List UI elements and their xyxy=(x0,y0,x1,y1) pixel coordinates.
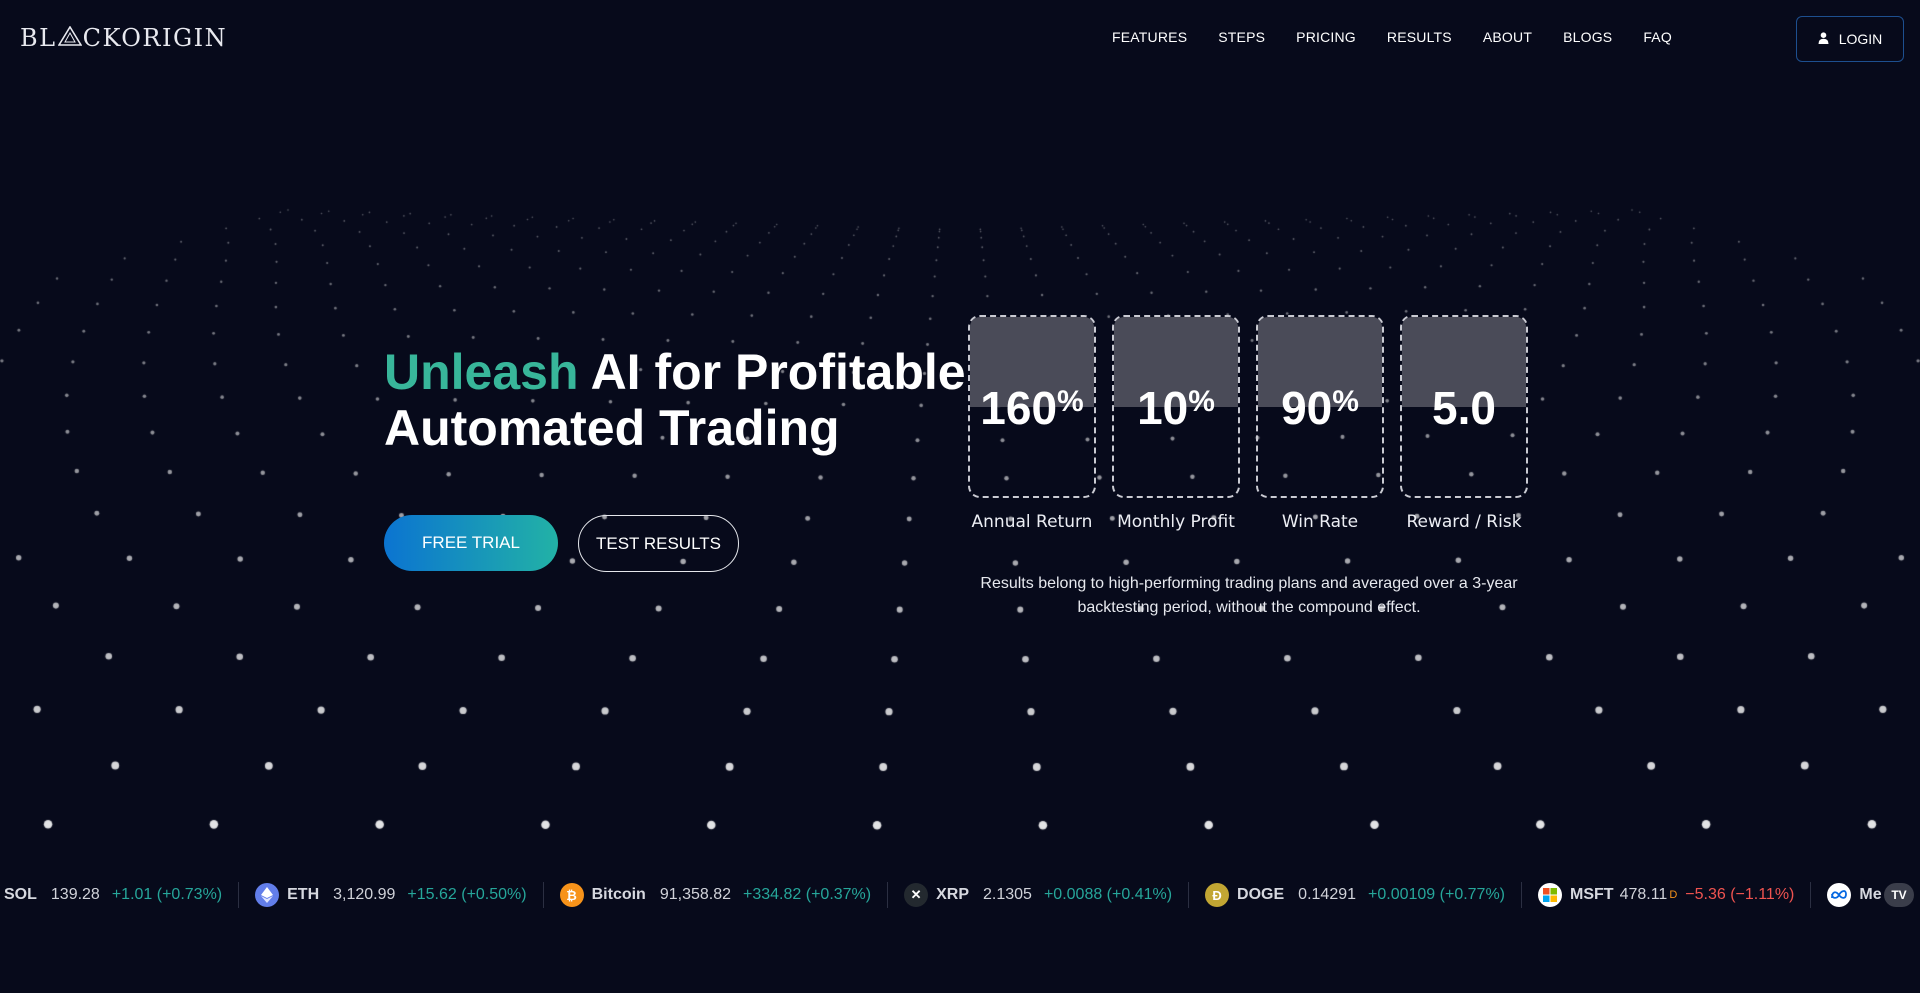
hero-title-accent: Unleash xyxy=(384,344,579,400)
ticker-price: 91,358.82 xyxy=(659,886,732,903)
nav-steps[interactable]: STEPS xyxy=(1218,29,1265,45)
ticker-price: 478.11 xyxy=(1619,886,1668,903)
stat-value: 10% xyxy=(1137,382,1215,434)
stat-value: 90% xyxy=(1281,382,1359,434)
meta-icon xyxy=(1827,883,1852,907)
login-label: LOGIN xyxy=(1838,31,1883,47)
pyramid-logo-icon xyxy=(57,24,83,52)
ticker-symbol: DOGE xyxy=(1237,886,1285,903)
ticker-price: 0.14291 xyxy=(1298,886,1357,903)
results-disclaimer: Results belong to high-performing tradin… xyxy=(980,575,1518,616)
main-nav: FEATURES STEPS PRICING RESULTS ABOUT BLO… xyxy=(1112,29,1703,45)
ticker-symbol: Bitcoin xyxy=(591,886,646,903)
ticker-symbol: MSFT xyxy=(1570,886,1614,903)
ticker-item-msft[interactable]: MSFT 478.11 D −5.36 (−1.11%) xyxy=(1522,882,1812,908)
ticker-change: +15.62 (+0.50%) xyxy=(407,886,527,903)
xrp-icon: ✕ xyxy=(904,883,929,907)
stat-label: Reward / Risk xyxy=(1406,512,1522,532)
stat-reward-risk: 5.0 Reward / Risk xyxy=(1400,315,1528,532)
hero-title: Unleash AI for Profitable Automated Trad… xyxy=(384,344,984,456)
hero-title-rest: AI for Profitable xyxy=(590,344,966,400)
user-icon xyxy=(1818,31,1829,47)
stat-value: 5.0 xyxy=(1432,382,1496,434)
ticker-symbol: ETH xyxy=(287,886,320,903)
ticker-item-bitcoin[interactable]: ₿ Bitcoin 91,358.82 +334.82 (+0.37%) xyxy=(544,882,889,908)
tradingview-badge[interactable]: TV xyxy=(1884,883,1914,907)
stat-label: Annual Return xyxy=(971,512,1093,532)
brand-logo[interactable]: BL CKORIGIN xyxy=(20,24,227,52)
ticker-change: +0.00109 (+0.77%) xyxy=(1368,886,1506,903)
ticker-item-doge[interactable]: Ð DOGE 0.14291 +0.00109 (+0.77%) xyxy=(1189,882,1523,908)
nav-pricing[interactable]: PRICING xyxy=(1296,29,1356,45)
hero-title-line2: Automated Trading xyxy=(384,400,840,456)
ticker-symbol: Me xyxy=(1859,886,1882,903)
ticker-symbol: SOL xyxy=(4,886,37,903)
stat-label: Monthly Profit xyxy=(1117,512,1235,532)
market-flag: D xyxy=(1669,889,1678,901)
nav-about[interactable]: ABOUT xyxy=(1483,29,1532,45)
ticker-item-eth[interactable]: ETH 3,120.99 +15.62 (+0.50%) xyxy=(239,882,544,908)
stat-annual-return: 160% Annual Return xyxy=(968,315,1096,532)
nav-results[interactable]: RESULTS xyxy=(1387,29,1452,45)
stat-box: 90% xyxy=(1256,315,1384,498)
bitcoin-icon: ₿ xyxy=(559,883,584,907)
stat-label: Win Rate xyxy=(1281,512,1359,532)
ticker-item-sol[interactable]: SOL 139.28 +1.01 (+0.73%) xyxy=(0,882,240,908)
test-results-button[interactable]: TEST RESULTS xyxy=(578,515,739,572)
ticker-price: 2.1305 xyxy=(983,886,1032,903)
ticker-price: 139.28 xyxy=(50,886,100,903)
stat-box: 5.0 xyxy=(1400,315,1528,498)
login-button[interactable]: LOGIN xyxy=(1796,16,1904,62)
nav-faq[interactable]: FAQ xyxy=(1643,29,1672,45)
stat-value: 160% xyxy=(980,382,1084,434)
logo-text-left: BL xyxy=(20,24,57,52)
ticker-item-xrp[interactable]: ✕ XRP 2.1305 +0.0088 (+0.41%) xyxy=(888,882,1190,908)
stat-monthly-profit: 10% Monthly Profit xyxy=(1112,315,1240,532)
logo-text-right: CKORIGIN xyxy=(82,24,228,52)
navbar: BL CKORIGIN FEATURES STEPS PRICING RESUL… xyxy=(0,0,1920,80)
ticker-symbol: XRP xyxy=(936,886,970,903)
ethereum-icon xyxy=(255,883,280,907)
stat-box: 160% xyxy=(968,315,1096,498)
ticker-tape[interactable]: SOL 139.28 +1.01 (+0.73%) ETH 3,120.99 +… xyxy=(0,876,1920,914)
dogecoin-icon: Ð xyxy=(1205,883,1230,907)
ticker-change: +0.0088 (+0.41%) xyxy=(1043,886,1173,903)
nav-features[interactable]: FEATURES xyxy=(1112,29,1187,45)
ticker-price: 3,120.99 xyxy=(333,886,396,903)
free-trial-button[interactable]: FREE TRIAL xyxy=(384,515,558,571)
ticker-change: +1.01 (+0.73%) xyxy=(111,886,223,903)
stat-win-rate: 90% Win Rate xyxy=(1256,315,1384,532)
ticker-change: +334.82 (+0.37%) xyxy=(743,886,872,903)
particle-background xyxy=(0,0,1920,993)
stat-box: 10% xyxy=(1112,315,1240,498)
nav-blogs[interactable]: BLOGS xyxy=(1563,29,1612,45)
ticker-change: −5.36 (−1.11%) xyxy=(1685,886,1795,903)
microsoft-icon xyxy=(1538,883,1563,907)
